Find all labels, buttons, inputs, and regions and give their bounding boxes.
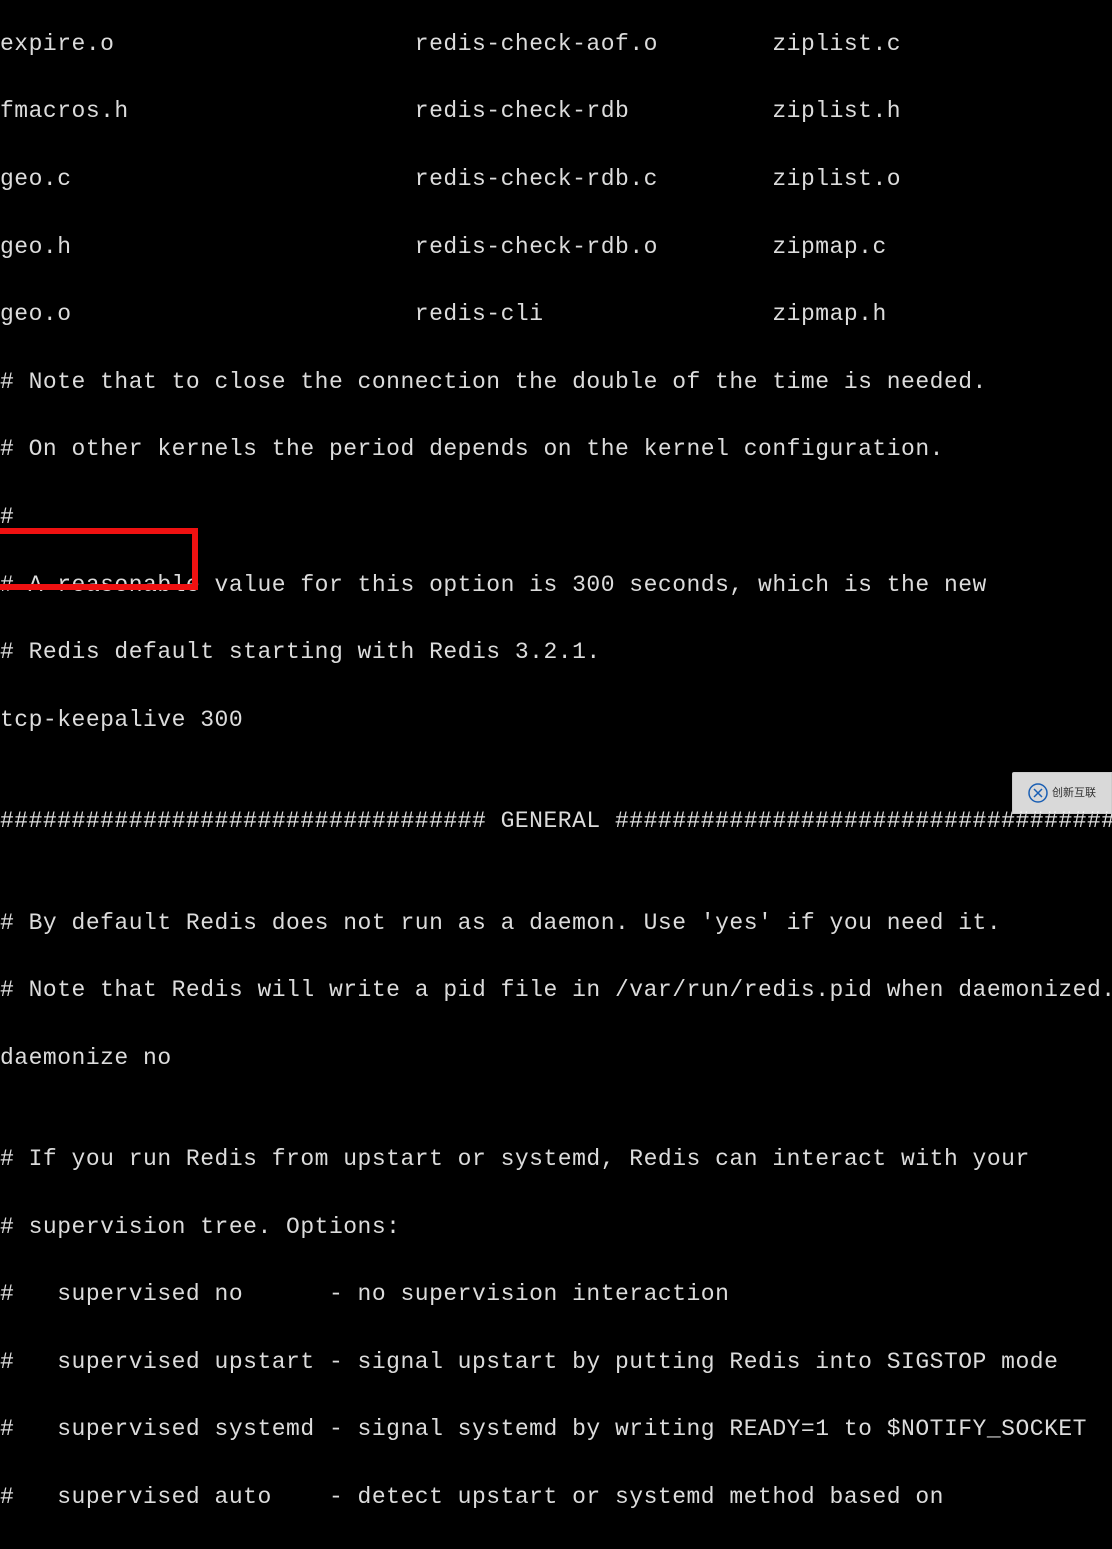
section-header-general: ################################## GENER… bbox=[0, 805, 1112, 839]
config-comment: # Redis default starting with Redis 3.2.… bbox=[0, 636, 1112, 670]
config-comment: # supervised no - no supervision interac… bbox=[0, 1278, 1112, 1312]
config-comment: # supervised auto - detect upstart or sy… bbox=[0, 1481, 1112, 1515]
config-comment: # Note that Redis will write a pid file … bbox=[0, 974, 1112, 1008]
config-comment: # If you run Redis from upstart or syste… bbox=[0, 1143, 1112, 1177]
config-comment: # On other kernels the period depends on… bbox=[0, 433, 1112, 467]
config-setting-tcp-keepalive: tcp-keepalive 300 bbox=[0, 704, 1112, 738]
file-row: geo.c redis-check-rdb.c ziplist.o bbox=[0, 163, 1112, 197]
config-comment: # A reasonable value for this option is … bbox=[0, 569, 1112, 603]
config-comment: # Note that to close the connection the … bbox=[0, 366, 1112, 400]
config-setting-daemonize: daemonize no bbox=[0, 1042, 1112, 1076]
config-comment: # supervised upstart - signal upstart by… bbox=[0, 1346, 1112, 1380]
file-row: geo.o redis-cli zipmap.h bbox=[0, 298, 1112, 332]
config-comment: # bbox=[0, 501, 1112, 535]
config-comment: # By default Redis does not run as a dae… bbox=[0, 907, 1112, 941]
file-row: geo.h redis-check-rdb.o zipmap.c bbox=[0, 231, 1112, 265]
watermark-text: 创新互联 bbox=[1052, 785, 1096, 801]
terminal-output: expire.o redis-check-aof.o ziplist.c fma… bbox=[0, 0, 1112, 1549]
file-row: expire.o redis-check-aof.o ziplist.c bbox=[0, 28, 1112, 62]
config-comment: # supervision tree. Options: bbox=[0, 1211, 1112, 1245]
file-row: fmacros.h redis-check-rdb ziplist.h bbox=[0, 95, 1112, 129]
config-comment: # supervised systemd - signal systemd by… bbox=[0, 1413, 1112, 1447]
watermark-logo: 创新互联 bbox=[1012, 772, 1112, 814]
logo-icon bbox=[1028, 783, 1048, 803]
